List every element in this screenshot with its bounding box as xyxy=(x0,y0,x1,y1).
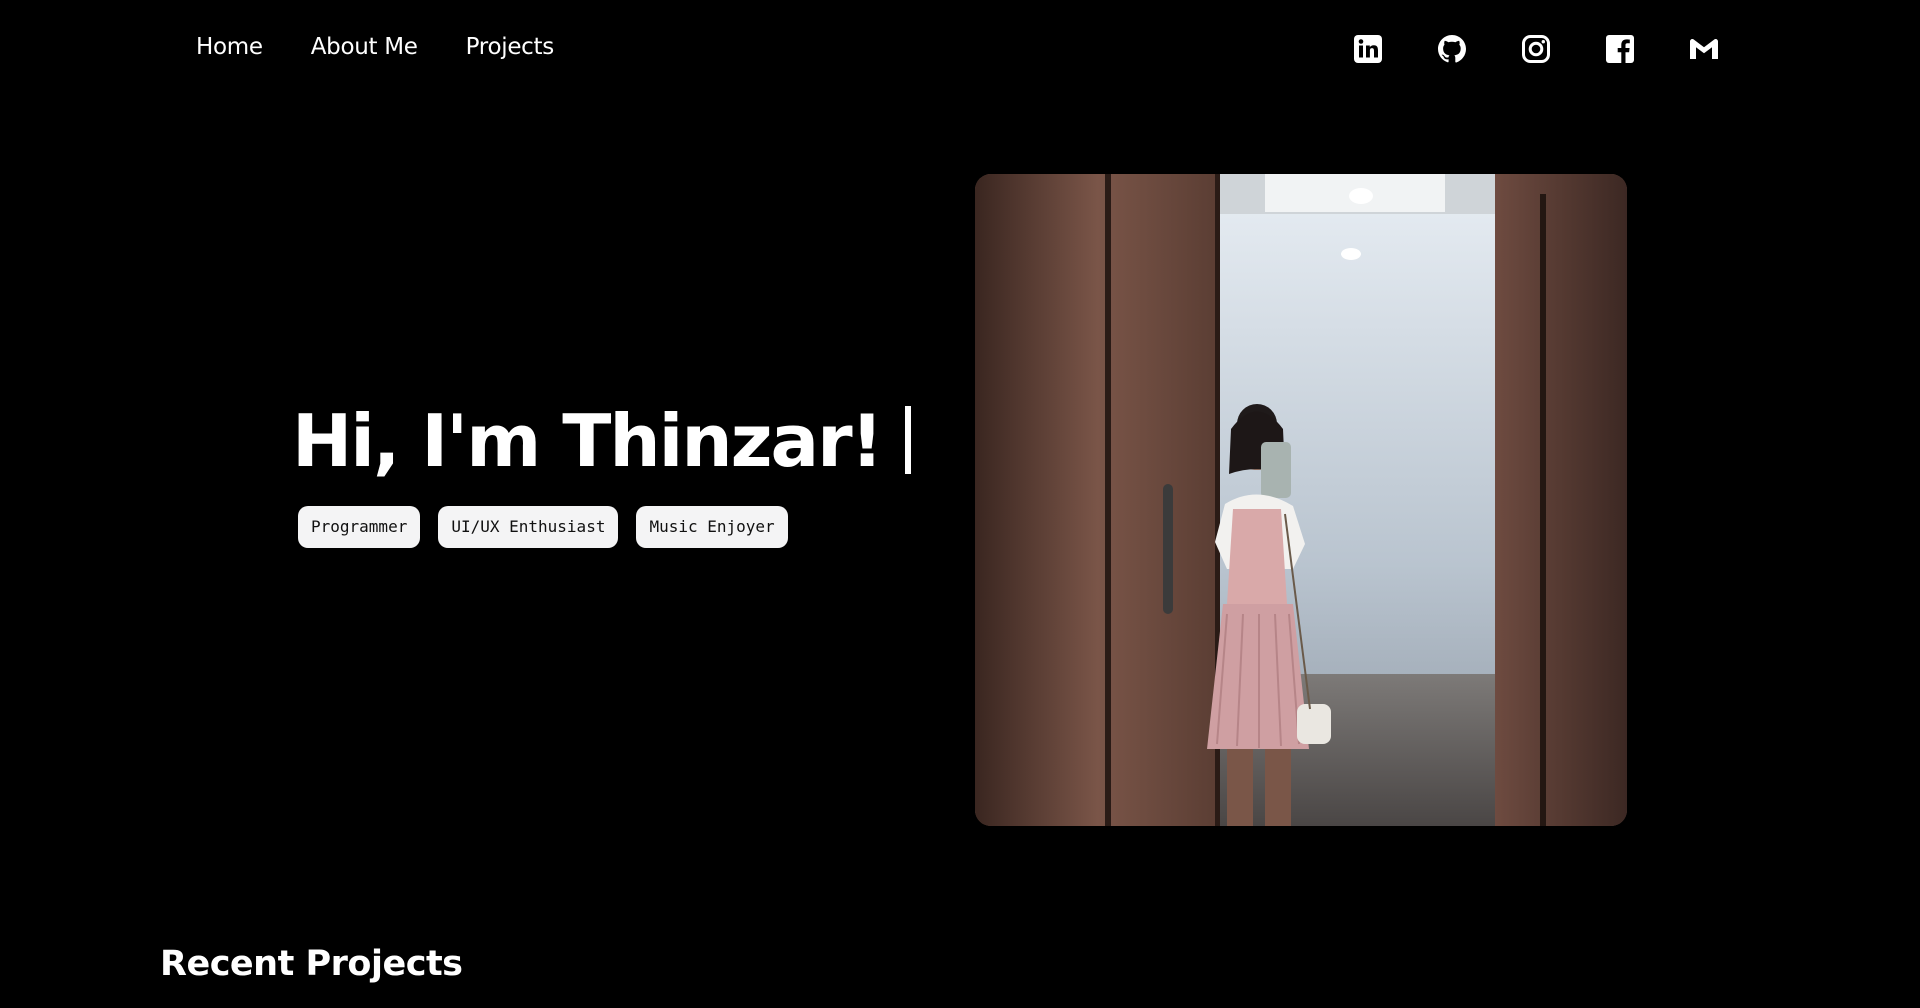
profile-photo xyxy=(975,174,1627,826)
nav-projects-link[interactable]: Projects xyxy=(466,34,555,60)
tag-programmer: Programmer xyxy=(298,506,421,548)
nav-about-link[interactable]: About Me xyxy=(311,34,418,60)
page: Home About Me Projects Hi, I'm Thinzar! … xyxy=(0,0,1920,1008)
tag-music-enjoyer: Music Enjoyer xyxy=(636,506,788,548)
typing-cursor xyxy=(905,406,912,474)
nav-home-link[interactable]: Home xyxy=(196,34,263,60)
recent-projects-heading: Recent Projects xyxy=(160,944,463,984)
gmail-icon[interactable] xyxy=(1688,33,1720,65)
social-links xyxy=(1352,33,1720,65)
hero-title-text: Hi, I'm Thinzar! xyxy=(292,399,883,483)
linkedin-icon[interactable] xyxy=(1352,33,1384,65)
profile-photo-illustration xyxy=(975,174,1627,826)
github-icon[interactable] xyxy=(1436,33,1468,65)
hero-title: Hi, I'm Thinzar! xyxy=(292,395,912,487)
facebook-icon[interactable] xyxy=(1604,33,1636,65)
hero-tags: Programmer UI/UX Enthusiast Music Enjoye… xyxy=(298,506,788,548)
tag-uiux-enthusiast: UI/UX Enthusiast xyxy=(438,506,619,548)
top-nav: Home About Me Projects xyxy=(196,34,554,60)
instagram-icon[interactable] xyxy=(1520,33,1552,65)
